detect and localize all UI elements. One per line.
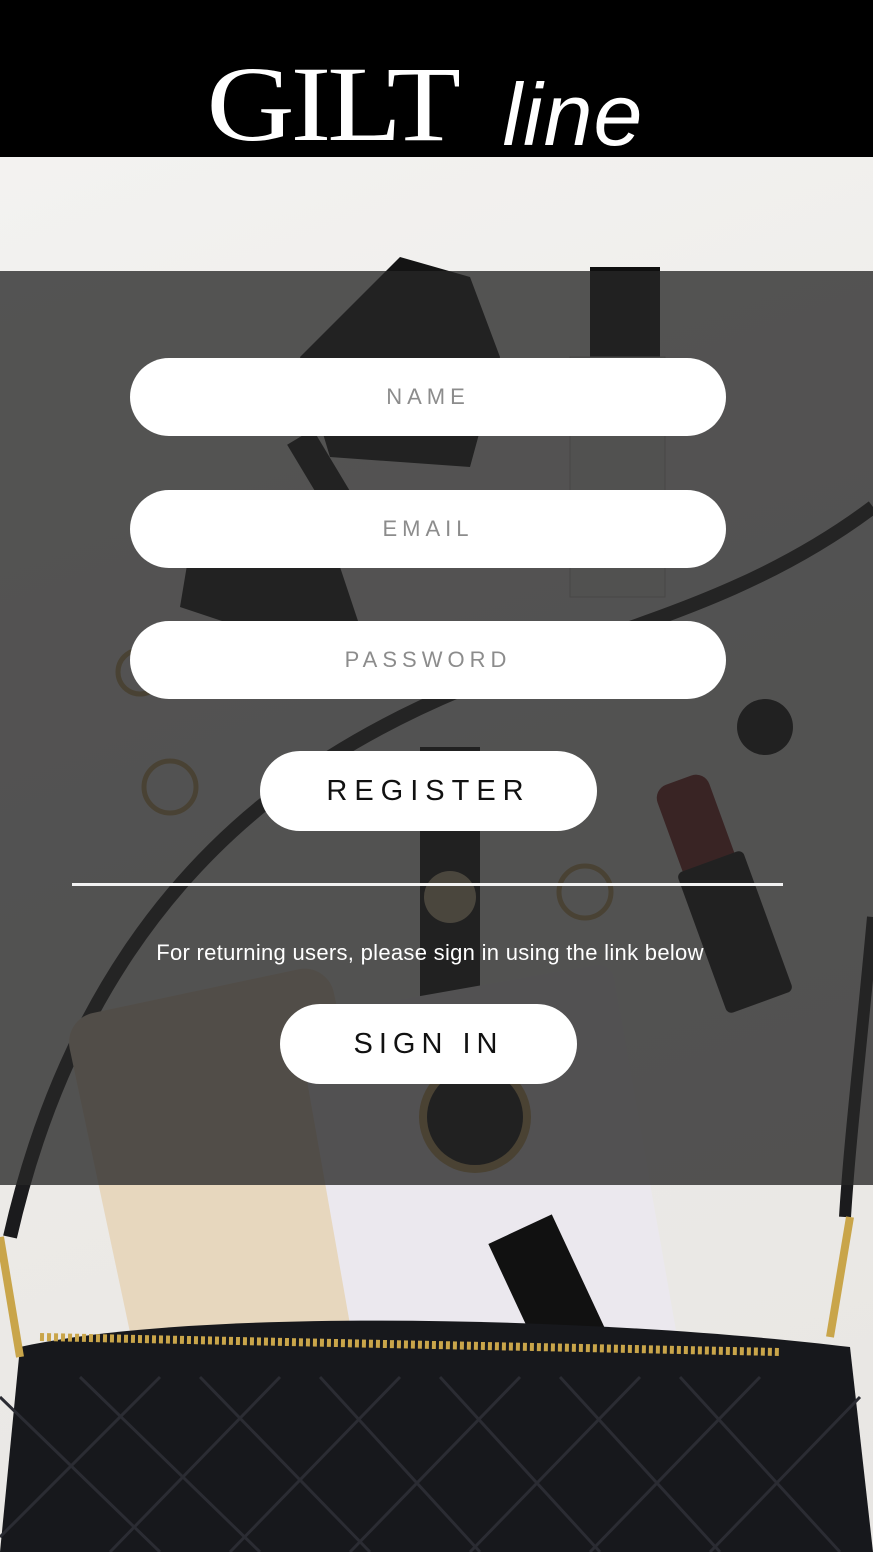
password-field-container [130, 620, 726, 700]
logo-main-text: GILT [206, 44, 462, 164]
name-input[interactable] [130, 357, 726, 437]
email-input[interactable] [130, 489, 726, 569]
register-button[interactable]: REGISTER [260, 751, 597, 831]
gilt-line-logo: GILT line [207, 29, 667, 158]
password-input[interactable] [130, 620, 726, 700]
app-header: GILT line [0, 0, 873, 158]
name-field-container [130, 357, 726, 437]
returning-users-text: For returning users, please sign in usin… [156, 940, 704, 965]
logo-sub-text: line [502, 64, 644, 164]
sign-in-button[interactable]: SIGN IN [280, 1004, 577, 1084]
email-field-container [130, 489, 726, 569]
divider [72, 883, 783, 886]
